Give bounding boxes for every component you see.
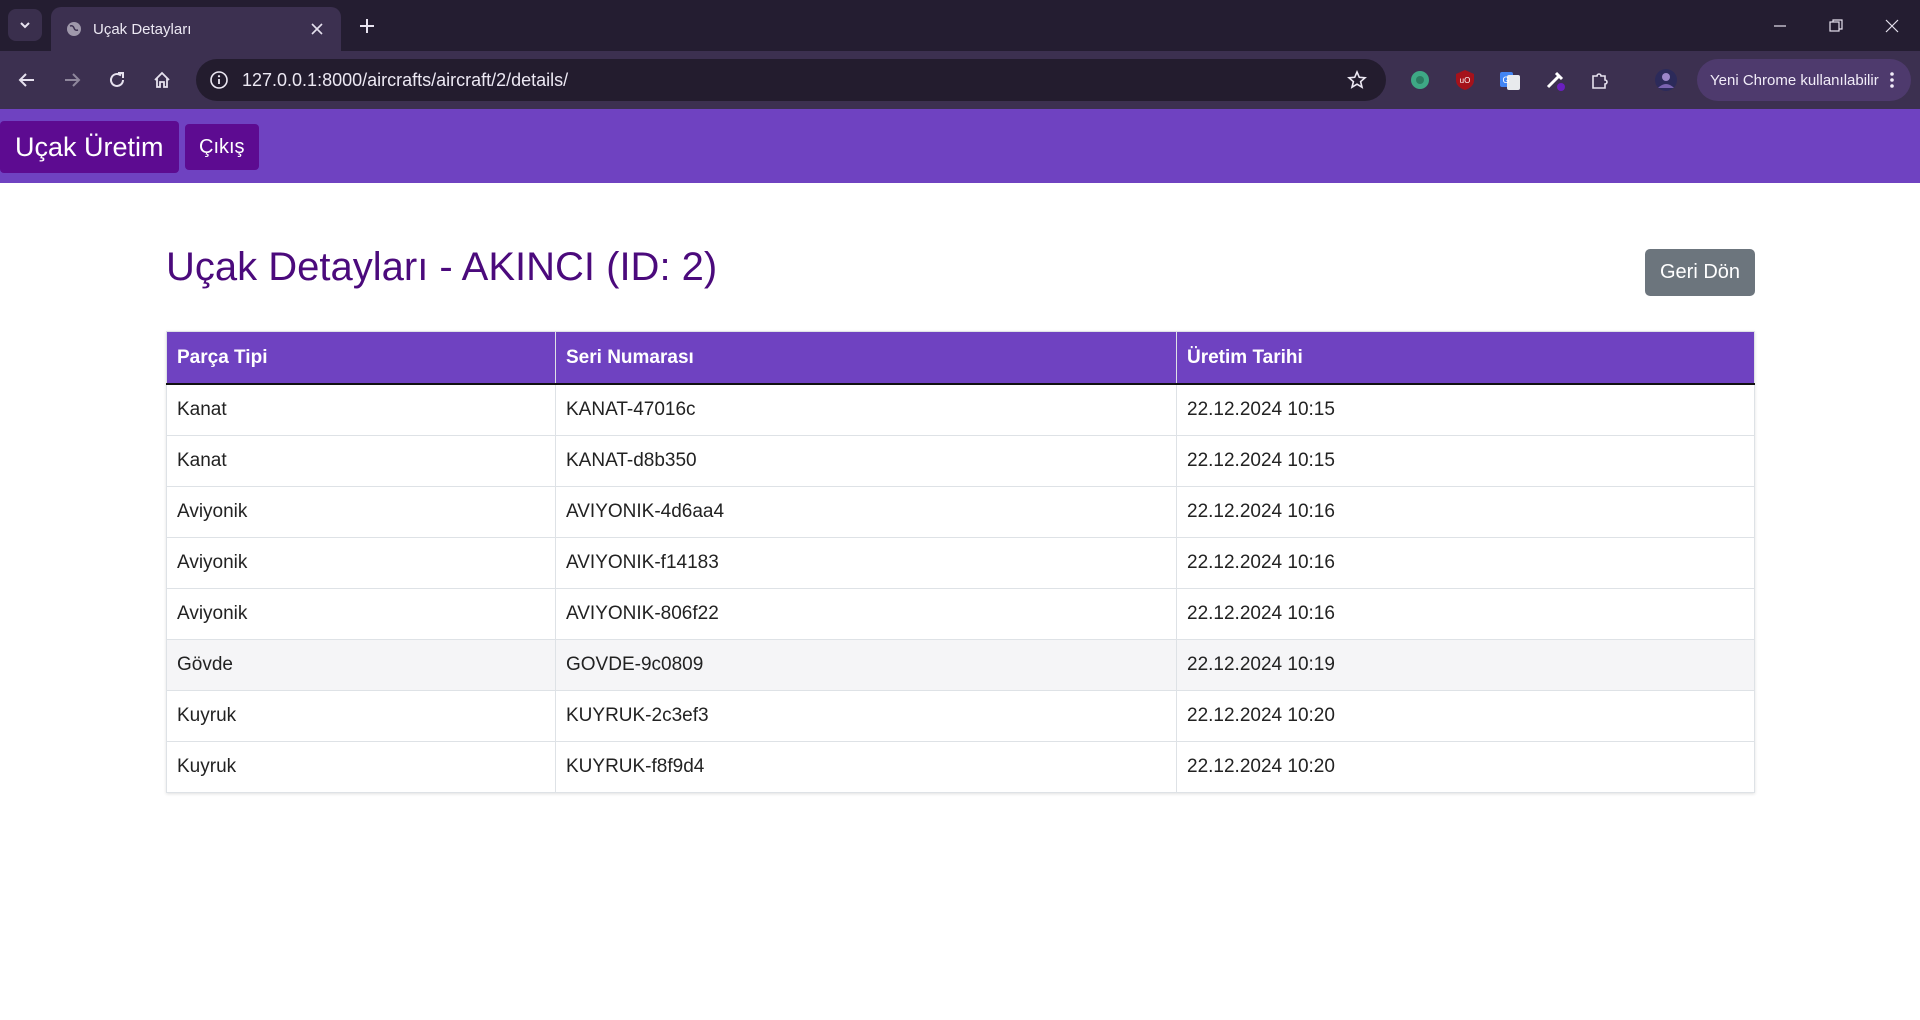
puzzle-extensions-icon[interactable] — [1584, 64, 1616, 96]
chrome-update-label: Yeni Chrome kullanılabilir — [1710, 71, 1879, 89]
cell-production-date: 22.12.2024 10:16 — [1176, 537, 1755, 589]
forward-arrow-icon[interactable] — [55, 63, 89, 97]
column-header-part-type: Parça Tipi — [166, 331, 556, 385]
svg-text:uO: uO — [1460, 76, 1471, 85]
back-arrow-icon[interactable] — [10, 63, 44, 97]
translate-extension-icon[interactable]: G — [1494, 64, 1526, 96]
table-row: Gövde GOVDE-9c0809 22.12.2024 10:19 — [166, 639, 1755, 691]
cell-serial-number: GOVDE-9c0809 — [555, 639, 1177, 691]
restore-icon[interactable] — [1808, 0, 1864, 51]
cell-serial-number: KANAT-47016c — [555, 383, 1177, 436]
cell-part-type: Aviyonik — [166, 537, 556, 589]
plus-icon — [360, 19, 374, 33]
table-row: Kanat KANAT-d8b350 22.12.2024 10:15 — [166, 435, 1755, 487]
address-bar[interactable]: 127.0.0.1:8000/aircrafts/aircraft/2/deta… — [196, 59, 1386, 101]
logout-button[interactable]: Çıkış — [185, 124, 259, 170]
cell-part-type: Aviyonik — [166, 588, 556, 640]
cell-serial-number: KANAT-d8b350 — [555, 435, 1177, 487]
page-title: Uçak Detayları - AKINCI (ID: 2) — [166, 245, 718, 289]
home-icon[interactable] — [145, 63, 179, 97]
chrome-update-button[interactable]: Yeni Chrome kullanılabilir — [1697, 59, 1911, 101]
tab-title: Uçak Detayları — [93, 20, 192, 38]
window-close-icon[interactable] — [1864, 0, 1920, 51]
column-header-serial-number: Seri Numarası — [555, 331, 1177, 385]
cell-production-date: 22.12.2024 10:20 — [1176, 690, 1755, 742]
reload-icon[interactable] — [100, 63, 134, 97]
cell-production-date: 22.12.2024 10:15 — [1176, 435, 1755, 487]
profile-avatar-icon[interactable] — [1650, 64, 1682, 96]
cell-part-type: Gövde — [166, 639, 556, 691]
cell-production-date: 22.12.2024 10:15 — [1176, 383, 1755, 436]
cell-production-date: 22.12.2024 10:16 — [1176, 486, 1755, 538]
cell-serial-number: KUYRUK-f8f9d4 — [555, 741, 1177, 793]
cell-part-type: Kanat — [166, 383, 556, 436]
more-menu-icon[interactable] — [1881, 72, 1903, 88]
url-text[interactable]: 127.0.0.1:8000/aircrafts/aircraft/2/deta… — [242, 70, 1342, 91]
globe-icon — [65, 20, 83, 38]
browser-tab-strip: Uçak Detayları — [0, 0, 1920, 51]
parts-table: Parça Tipi Seri Numarası Üretim Tarihi K… — [166, 331, 1755, 793]
back-button[interactable]: Geri Dön — [1645, 249, 1755, 296]
chevron-down-icon — [20, 22, 30, 29]
table-row: Kuyruk KUYRUK-2c3ef3 22.12.2024 10:20 — [166, 690, 1755, 742]
ublock-extension-icon[interactable]: uO — [1449, 64, 1481, 96]
minimize-icon[interactable] — [1752, 0, 1808, 51]
svg-text:G: G — [1502, 75, 1509, 85]
table-header-row: Parça Tipi Seri Numarası Üretim Tarihi — [166, 331, 1755, 385]
table-row: Kuyruk KUYRUK-f8f9d4 22.12.2024 10:20 — [166, 741, 1755, 793]
cell-part-type: Kuyruk — [166, 741, 556, 793]
app-navbar: Uçak Üretim Çıkış — [0, 109, 1920, 183]
new-tab-button[interactable] — [352, 11, 382, 41]
column-header-production-date: Üretim Tarihi — [1176, 331, 1755, 385]
cell-part-type: Aviyonik — [166, 486, 556, 538]
eyedropper-extension-icon[interactable] — [1539, 64, 1571, 96]
window-controls — [1752, 0, 1920, 51]
cell-part-type: Kanat — [166, 435, 556, 487]
close-icon[interactable] — [305, 17, 329, 41]
table-row: Aviyonik AVIYONIK-f14183 22.12.2024 10:1… — [166, 537, 1755, 589]
tab-search-button[interactable] — [8, 9, 42, 41]
main-content: Uçak Detayları - AKINCI (ID: 2) Geri Dön… — [166, 183, 1755, 793]
cell-serial-number: KUYRUK-2c3ef3 — [555, 690, 1177, 742]
cell-serial-number: AVIYONIK-f14183 — [555, 537, 1177, 589]
site-info-icon[interactable] — [206, 67, 232, 93]
cell-serial-number: AVIYONIK-4d6aa4 — [555, 486, 1177, 538]
brand-link[interactable]: Uçak Üretim — [0, 121, 179, 173]
bookmark-star-icon[interactable] — [1342, 65, 1372, 95]
cell-production-date: 22.12.2024 10:16 — [1176, 588, 1755, 640]
chatgpt-extension-icon[interactable] — [1404, 64, 1436, 96]
cell-part-type: Kuyruk — [166, 690, 556, 742]
browser-toolbar: 127.0.0.1:8000/aircrafts/aircraft/2/deta… — [0, 51, 1920, 109]
cell-production-date: 22.12.2024 10:20 — [1176, 741, 1755, 793]
table-row: Aviyonik AVIYONIK-806f22 22.12.2024 10:1… — [166, 588, 1755, 640]
table-row: Kanat KANAT-47016c 22.12.2024 10:15 — [166, 383, 1755, 436]
cell-production-date: 22.12.2024 10:19 — [1176, 639, 1755, 691]
cell-serial-number: AVIYONIK-806f22 — [555, 588, 1177, 640]
table-row: Aviyonik AVIYONIK-4d6aa4 22.12.2024 10:1… — [166, 486, 1755, 538]
heading-row: Uçak Detayları - AKINCI (ID: 2) Geri Dön — [166, 183, 1755, 308]
browser-tab[interactable]: Uçak Detayları — [51, 7, 341, 51]
